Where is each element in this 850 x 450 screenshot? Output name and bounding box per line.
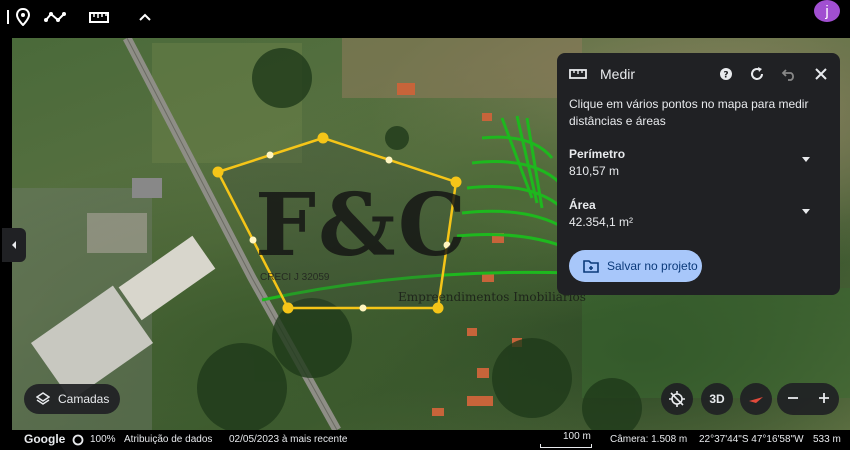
refresh-icon[interactable] <box>746 63 768 85</box>
save-to-project-label: Salvar no projeto <box>607 259 698 273</box>
perimeter-label: Perímetro <box>569 147 626 161</box>
layers-button[interactable]: Camadas <box>24 384 120 414</box>
elevation: 533 m <box>813 434 841 445</box>
help-icon[interactable]: ? <box>715 63 737 85</box>
cursor-coordinates: 22°37'44"S 47°16'58"W <box>699 434 804 445</box>
perimeter-unit-dropdown[interactable] <box>802 157 810 162</box>
polygon-vertex <box>282 302 294 314</box>
google-brand: Google <box>24 432 66 446</box>
polygon-vertex <box>432 302 444 314</box>
watermark-logo: F&C <box>255 175 469 276</box>
save-to-project-button[interactable]: Salvar no projeto <box>569 250 702 282</box>
measure-panel: Medir ? Clique em vários pontos no mapa … <box>557 53 840 295</box>
reset-orientation-button[interactable] <box>661 383 693 415</box>
chevron-up-icon[interactable] <box>132 4 158 30</box>
location-pin-icon[interactable] <box>10 4 36 30</box>
area-value: 42.354,1 m² <box>569 215 634 229</box>
ruler-icon <box>567 63 589 85</box>
layers-label: Camadas <box>58 392 110 406</box>
data-attribution-link[interactable]: Atribuição de dados <box>124 434 212 445</box>
close-icon[interactable] <box>810 63 832 85</box>
undo-icon[interactable] <box>778 63 800 85</box>
minus-icon <box>787 396 798 399</box>
zoom-percent: 100% <box>90 434 116 445</box>
perimeter-value: 810,57 m <box>569 164 620 178</box>
zoom-controls <box>777 383 839 415</box>
polygon-midpoint <box>385 156 393 164</box>
sidebar-toggle[interactable] <box>2 228 26 262</box>
zoom-out-button[interactable] <box>787 392 799 407</box>
area-label: Área <box>569 198 596 212</box>
imagery-date: 02/05/2023 à mais recente <box>229 434 348 445</box>
watermark-creci: CRECI J 32059 <box>260 272 330 283</box>
polygon-midpoint <box>359 304 367 312</box>
polygon-vertex <box>317 132 329 144</box>
zoom-in-button[interactable] <box>818 392 830 407</box>
panel-title: Medir <box>600 66 636 82</box>
3d-toggle-button[interactable]: 3D <box>701 383 733 415</box>
scale-bar <box>540 444 592 448</box>
area-unit-dropdown[interactable] <box>802 209 810 214</box>
measure-instruction: Clique em vários pontos no mapa para med… <box>569 97 809 128</box>
ruler-icon[interactable] <box>86 4 112 30</box>
svg-text:?: ? <box>723 71 728 81</box>
watermark-subtitle: Empreendimentos Imobiliários <box>398 290 586 304</box>
top-toolbar: j <box>0 0 850 34</box>
crosshair-off-icon <box>669 391 685 407</box>
plus-icon <box>818 392 829 403</box>
path-icon[interactable] <box>42 4 68 30</box>
compass-icon <box>749 397 763 403</box>
camera-altitude: Câmera: 1.508 m <box>610 434 688 445</box>
save-project-icon <box>583 260 599 273</box>
scale-label: 100 m <box>563 431 591 442</box>
avatar[interactable]: j <box>814 0 840 22</box>
polygon-midpoint <box>266 151 274 159</box>
loading-ring-icon <box>72 434 84 446</box>
polygon-vertex <box>212 166 224 178</box>
status-bar: Google 100% Atribuição de dados 02/05/20… <box>0 430 850 450</box>
layers-icon <box>36 392 50 405</box>
compass-button[interactable] <box>740 383 772 415</box>
